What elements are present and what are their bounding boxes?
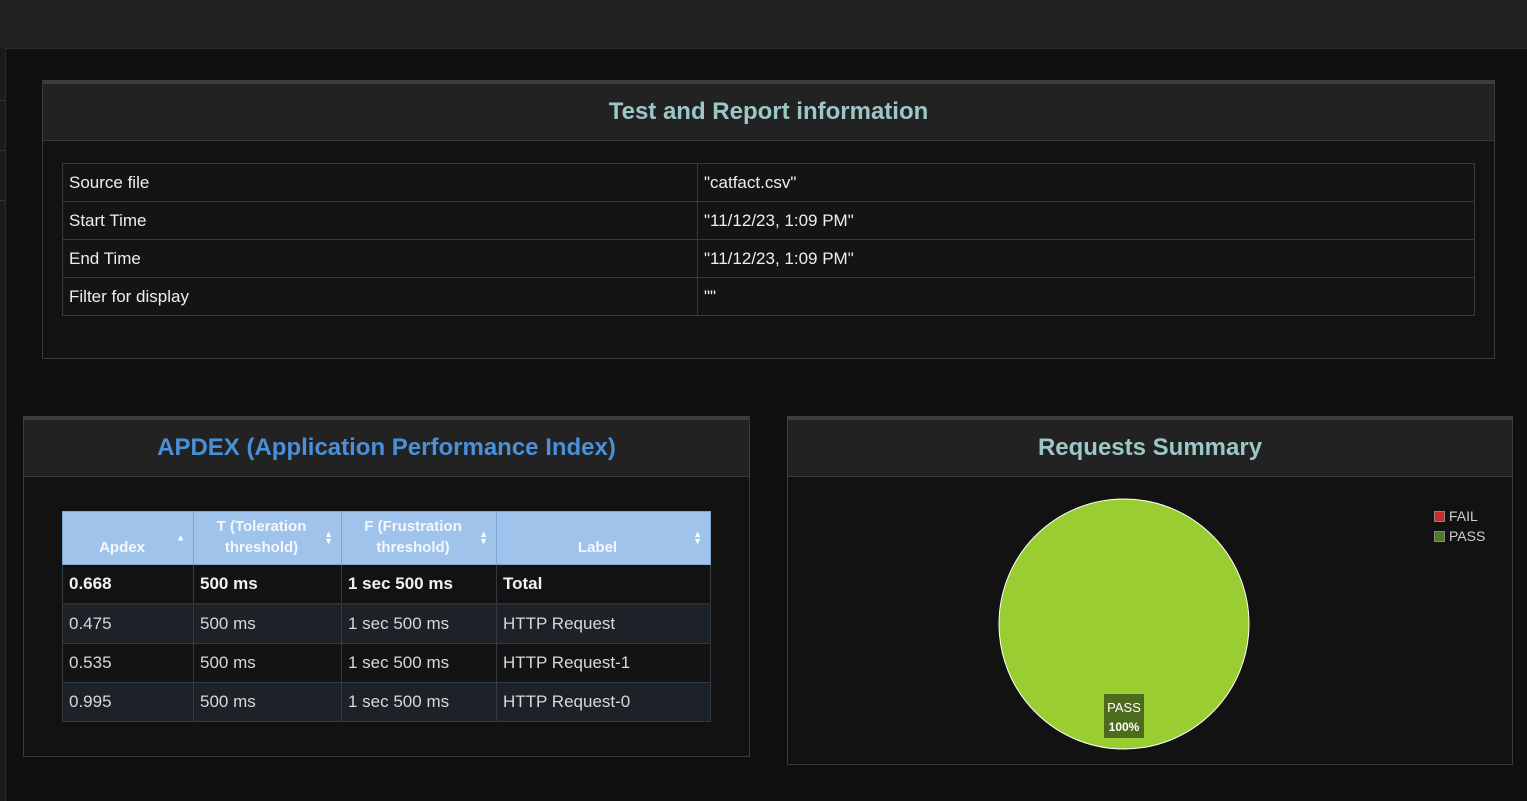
column-header-frustration[interactable]: F (Frustration threshold) ▲ ▼ bbox=[341, 511, 497, 565]
info-table: Source file "catfact.csv" Start Time "11/12… bbox=[62, 163, 1475, 316]
pie-chart: PASS 100% bbox=[998, 498, 1250, 750]
column-header-label-col[interactable]: Label ▲ ▼ bbox=[496, 511, 711, 565]
table-cell: 500 ms bbox=[193, 564, 342, 605]
table-cell: 1 sec 500 ms bbox=[341, 603, 497, 644]
pie-label-percent: 100% bbox=[1109, 720, 1140, 734]
table-cell: HTTP Request-0 bbox=[496, 682, 711, 722]
sort-icon: ▲ ▼ bbox=[693, 529, 702, 546]
apdex-panel: APDEX (Application Performance Index) Ap… bbox=[23, 416, 750, 757]
requests-summary-panel: Requests Summary PASS 100% FAIL PASS bbox=[787, 416, 1513, 765]
legend-label: FAIL bbox=[1449, 508, 1478, 524]
table-cell: 0.475 bbox=[62, 603, 194, 644]
info-value: "catfact.csv" bbox=[697, 163, 1475, 202]
table-row: 0.475 500 ms 1 sec 500 ms HTTP Request bbox=[62, 603, 711, 644]
info-row: Source file "catfact.csv" bbox=[62, 163, 1475, 202]
info-value: "11/12/23, 1:09 PM" bbox=[697, 239, 1475, 278]
table-cell: HTTP Request-1 bbox=[496, 643, 711, 683]
table-cell: 0.535 bbox=[62, 643, 194, 683]
info-key: Filter for display bbox=[62, 277, 698, 316]
column-header-toleration[interactable]: T (Toleration threshold) ▲ ▼ bbox=[193, 511, 342, 565]
table-cell: 0.668 bbox=[62, 564, 194, 605]
column-header-label: T (Toleration threshold) bbox=[216, 518, 307, 556]
legend-item[interactable]: FAIL bbox=[1434, 506, 1485, 526]
table-cell: 1 sec 500 ms bbox=[341, 643, 497, 683]
info-row: Filter for display "" bbox=[62, 277, 1475, 316]
sort-asc-icon: ▲ bbox=[176, 532, 185, 543]
column-header-label: Label bbox=[577, 539, 618, 556]
column-header-label: Apdex bbox=[99, 539, 145, 556]
info-row: End Time "11/12/23, 1:09 PM" bbox=[62, 239, 1475, 278]
chart-legend: FAIL PASS bbox=[1434, 506, 1485, 546]
test-report-info-panel: Test and Report information Source file "… bbox=[42, 80, 1495, 359]
table-cell: 0.995 bbox=[62, 682, 194, 722]
legend-label: PASS bbox=[1449, 528, 1486, 544]
legend-item[interactable]: PASS bbox=[1434, 526, 1485, 546]
table-row: 0.668 500 ms 1 sec 500 ms Total bbox=[62, 564, 711, 605]
left-sidebar-strip bbox=[0, 48, 6, 801]
table-cell: 500 ms bbox=[193, 643, 342, 683]
info-row: Start Time "11/12/23, 1:09 PM" bbox=[62, 201, 1475, 240]
info-value: "" bbox=[697, 277, 1475, 316]
column-header-label: F (Frustration threshold) bbox=[364, 518, 462, 556]
table-cell: 500 ms bbox=[193, 682, 342, 722]
table-cell: Total bbox=[496, 564, 711, 605]
sort-icon: ▲ ▼ bbox=[479, 529, 488, 546]
table-cell: 1 sec 500 ms bbox=[341, 682, 497, 722]
panel-title: Test and Report information bbox=[43, 84, 1494, 141]
table-cell: HTTP Request bbox=[496, 603, 711, 644]
table-cell: 500 ms bbox=[193, 603, 342, 644]
info-value: "11/12/23, 1:09 PM" bbox=[697, 201, 1475, 240]
apdex-table: Apdex ▲ T (Toleration threshold) ▲ ▼ F (F… bbox=[62, 511, 711, 722]
panel-title: Requests Summary bbox=[788, 420, 1512, 477]
info-key: Start Time bbox=[62, 201, 698, 240]
table-row: 0.995 500 ms 1 sec 500 ms HTTP Request-0 bbox=[62, 682, 711, 722]
legend-swatch bbox=[1434, 510, 1445, 522]
legend-swatch bbox=[1434, 530, 1445, 542]
panel-title: APDEX (Application Performance Index) bbox=[24, 420, 749, 477]
column-header-apdex[interactable]: Apdex ▲ bbox=[62, 511, 194, 565]
top-bar bbox=[0, 0, 1527, 49]
sort-icon: ▲ ▼ bbox=[324, 529, 333, 546]
pie-label-name: PASS bbox=[1107, 700, 1141, 715]
table-row: 0.535 500 ms 1 sec 500 ms HTTP Request-1 bbox=[62, 643, 711, 683]
info-key: End Time bbox=[62, 239, 698, 278]
info-key: Source file bbox=[62, 163, 698, 202]
table-cell: 1 sec 500 ms bbox=[341, 564, 497, 605]
